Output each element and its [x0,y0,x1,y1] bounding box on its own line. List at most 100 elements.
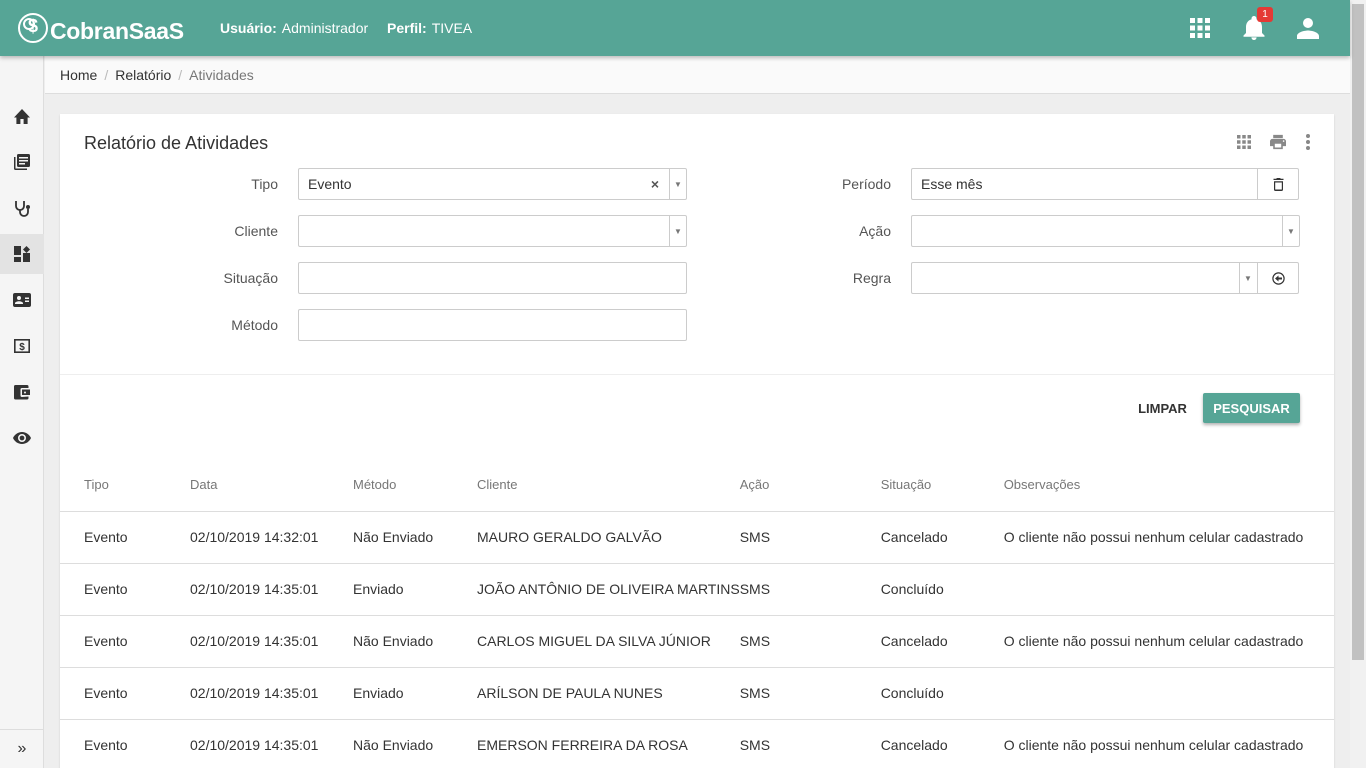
wallet-icon[interactable] [0,372,44,412]
cell-cliente: EMERSON FERREIRA DA ROSA [477,719,740,768]
eye-icon[interactable] [0,418,44,458]
cell-metodo: Não Enviado [353,511,477,564]
print-icon[interactable] [1270,134,1286,150]
column-header-situacao[interactable]: Situação [880,458,1004,512]
report-card: Relatório de Atividades Tipo Evento × ▼ … [60,114,1334,768]
header-profile-info: Perfil: TIVEA [387,20,472,36]
tipo-select-value: Evento [308,176,352,192]
cell-cliente: CARLOS MIGUEL DA SILVA JÚNIOR [477,615,740,668]
profile-value: TIVEA [431,20,473,36]
table-row[interactable]: Evento 02/10/2019 14:35:01 Enviado JOÃO … [60,563,1334,616]
regra-select[interactable]: ▼ [911,262,1299,294]
situacao-input[interactable] [298,262,687,294]
cell-observacoes: O cliente não possui nenhum celular cada… [1003,511,1334,564]
profile-label: Perfil: [387,20,427,36]
cell-tipo: Evento [60,719,190,768]
cell-observacoes [1003,563,1334,616]
clear-icon[interactable]: × [648,169,662,199]
cell-acao: SMS [739,615,881,668]
logo-mark-icon [18,13,48,43]
cell-metodo: Não Enviado [353,615,477,668]
user-label: Usuário: [220,20,277,36]
cell-situacao: Cancelado [880,511,1004,564]
contact-card-icon[interactable] [0,280,44,320]
breadcrumb-relatorio[interactable]: Relatório [115,67,171,83]
search-button[interactable]: PESQUISAR [1203,393,1300,423]
cell-situacao: Cancelado [880,719,1004,768]
page-title: Relatório de Atividades [84,133,269,153]
chevron-down-icon[interactable]: ▼ [1282,216,1299,246]
account-icon[interactable] [1296,16,1320,40]
table-row[interactable]: Evento 02/10/2019 14:32:01 Não Enviado M… [60,511,1334,564]
column-header-data[interactable]: Data [190,458,353,512]
table-row[interactable]: Evento 02/10/2019 14:35:01 Não Enviado E… [60,719,1334,768]
notification-badge: 1 [1257,7,1273,22]
section-divider [60,374,1334,375]
table-header-row: Tipo Data Método Cliente Ação Situação O… [60,458,1334,512]
stethoscope-icon[interactable] [0,188,44,228]
column-header-metodo[interactable]: Método [353,458,477,512]
activities-table: Tipo Data Método Cliente Ação Situação O… [60,458,1334,768]
cell-data: 02/10/2019 14:35:01 [190,719,353,768]
cell-tipo: Evento [60,667,190,720]
dashboard-icon[interactable] [0,234,44,274]
top-app-bar: CobranSaaS Usuário: Administrador Perfil… [0,0,1350,56]
book-icon[interactable] [0,142,44,182]
grid-icon[interactable] [1236,134,1252,150]
scrollbar-thumb[interactable] [1352,4,1364,660]
table-row[interactable]: Evento 02/10/2019 14:35:01 Enviado ARÍLS… [60,667,1334,720]
app-logo[interactable]: CobranSaaS [18,11,184,45]
column-header-cliente[interactable]: Cliente [477,458,740,512]
tipo-select[interactable]: Evento × ▼ [298,168,687,200]
column-header-acao[interactable]: Ação [739,458,881,512]
situacao-label: Situação [223,270,278,286]
column-header-tipo[interactable]: Tipo [60,458,190,512]
cell-cliente: JOÃO ANTÔNIO DE OLIVEIRA MARTINS [477,563,740,616]
header-user-info: Usuário: Administrador [220,20,368,36]
periodo-input-value: Esse mês [921,176,983,192]
cell-tipo: Evento [60,511,190,564]
money-icon[interactable]: $ [0,326,44,366]
trash-icon[interactable] [1257,169,1298,199]
apps-grid-icon[interactable] [1188,16,1212,40]
regra-label: Regra [852,270,891,286]
cell-acao: SMS [739,667,881,720]
cell-data: 02/10/2019 14:35:01 [190,563,353,616]
cell-situacao: Cancelado [880,615,1004,668]
cell-acao: SMS [739,719,881,768]
regra-action-icon[interactable] [1257,263,1298,293]
breadcrumb-separator: / [104,66,109,83]
metodo-label: Método [231,317,278,333]
chevron-down-icon[interactable]: ▼ [669,169,686,199]
cell-data: 02/10/2019 14:32:01 [190,511,353,564]
cell-cliente: ARÍLSON DE PAULA NUNES [477,667,740,720]
acao-label: Ação [859,223,891,239]
cell-data: 02/10/2019 14:35:01 [190,667,353,720]
chevron-down-icon[interactable]: ▼ [669,216,686,246]
breadcrumb-current: Atividades [189,66,254,83]
periodo-label: Período [841,176,891,192]
expand-sidebar-button[interactable]: » [0,729,44,768]
table-row[interactable]: Evento 02/10/2019 14:35:01 Não Enviado C… [60,615,1334,668]
chevron-down-icon[interactable]: ▼ [1239,263,1256,293]
cell-tipo: Evento [60,563,190,616]
cliente-select[interactable]: ▼ [298,215,687,247]
cell-acao: SMS [739,511,881,564]
column-header-observacoes[interactable]: Observações [1003,458,1334,512]
sidebar: $ » [0,56,44,768]
metodo-input[interactable] [298,309,687,341]
cell-situacao: Concluído [880,667,1004,720]
clear-button[interactable]: LIMPAR [1130,393,1195,423]
acao-select[interactable]: ▼ [911,215,1300,247]
cell-metodo: Não Enviado [353,719,477,768]
cell-acao: SMS [739,563,881,616]
cell-observacoes: O cliente não possui nenhum celular cada… [1003,719,1334,768]
svg-text:$: $ [19,342,25,353]
periodo-input[interactable]: Esse mês [911,168,1299,200]
cliente-label: Cliente [234,223,278,239]
cell-observacoes [1003,667,1334,720]
home-icon[interactable] [0,96,44,136]
breadcrumb-home[interactable]: Home [60,67,97,83]
cell-cliente: MAURO GERALDO GALVÃO [477,511,740,564]
more-vert-icon[interactable] [1300,134,1316,150]
